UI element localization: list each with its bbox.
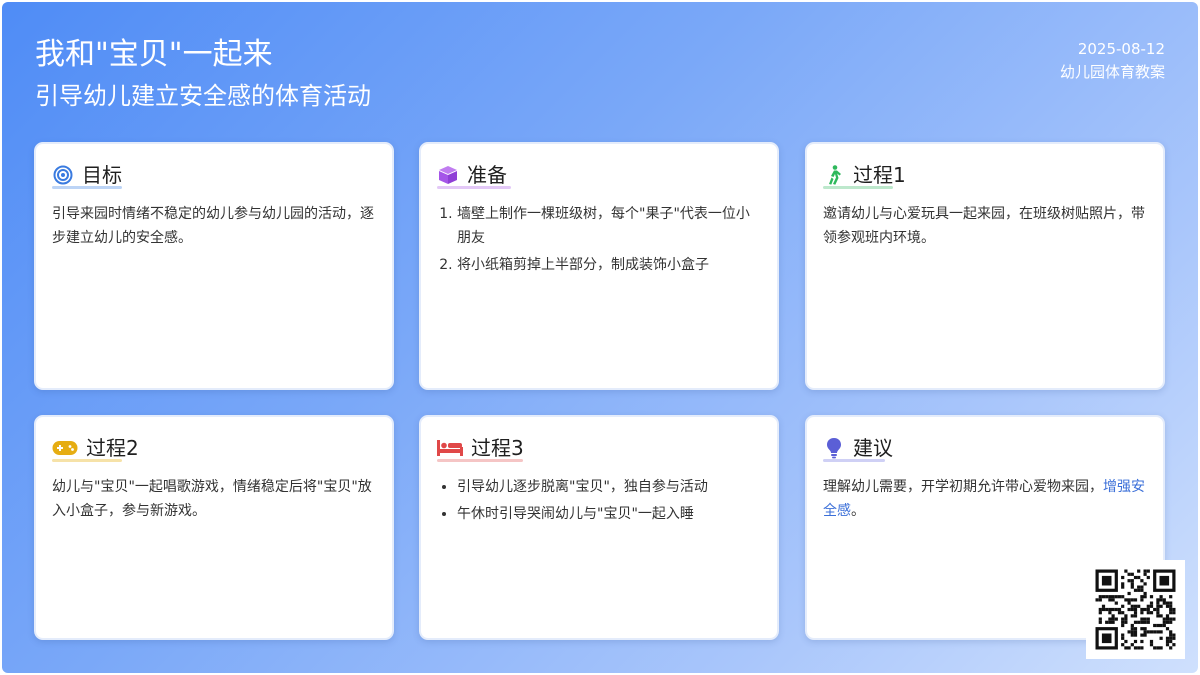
card-process-2: 过程2 幼儿与"宝贝"一起唱歌游戏，情绪稳定后将"宝贝"放入小盒子，参与新游戏。 <box>34 415 394 640</box>
card-text: 引导来园时情绪不稳定的幼儿参与幼儿园的活动，逐步建立幼儿的安全感。 <box>52 206 374 246</box>
box-icon <box>437 164 459 186</box>
card-title: 过程3 <box>471 436 524 460</box>
card-title: 准备 <box>467 163 507 187</box>
page-subtitle: 引导幼儿建立安全感的体育活动 <box>35 82 371 110</box>
title-underline <box>437 186 511 189</box>
card-title: 建议 <box>853 436 893 460</box>
card-text: 理解幼儿需要，开学初期允许带心爱物来园，增强安全感。 <box>823 475 1147 523</box>
card-title: 目标 <box>82 163 122 187</box>
qr-code <box>1086 560 1185 659</box>
suggestion-text: 理解幼儿需要，开学初期允许带心爱物来园， <box>823 479 1103 495</box>
card-list: 墙壁上制作一棵班级树，每个"果子"代表一位小朋友 将小纸箱剪掉上半部分，制成装饰… <box>437 202 761 280</box>
page-title: 我和"宝贝"一起来 <box>35 37 273 72</box>
gamepad-icon <box>52 437 78 459</box>
target-icon <box>52 164 74 186</box>
title-underline <box>437 459 523 462</box>
page-meta: 2025-08-12 幼儿园体育教案 <box>1060 38 1165 84</box>
card-title: 过程2 <box>86 436 139 460</box>
bed-icon <box>437 437 463 459</box>
card-text: 幼儿与"宝贝"一起唱歌游戏，情绪稳定后将"宝贝"放入小盒子，参与新游戏。 <box>52 479 372 519</box>
lightbulb-icon <box>823 437 845 459</box>
card-header: 过程3 <box>437 434 524 462</box>
date-label: 2025-08-12 <box>1077 40 1165 58</box>
card-list: 引导幼儿逐步脱离"宝贝"，独自参与活动 午休时引导哭闹幼儿与"宝贝"一起入睡 <box>437 475 761 529</box>
list-item: 墙壁上制作一棵班级树，每个"果子"代表一位小朋友 <box>457 202 761 250</box>
list-item: 引导幼儿逐步脱离"宝贝"，独自参与活动 <box>457 475 761 499</box>
category-label: 幼儿园体育教案 <box>1059 63 1165 81</box>
card-process-3: 过程3 引导幼儿逐步脱离"宝贝"，独自参与活动 午休时引导哭闹幼儿与"宝贝"一起… <box>419 415 779 640</box>
card-header: 准备 <box>437 161 507 189</box>
card-process-1: 过程1 邀请幼儿与心爱玩具一起来园，在班级树贴照片，带领参观班内环境。 <box>805 142 1165 390</box>
title-underline <box>52 459 122 462</box>
suggestion-end: 。 <box>851 503 865 519</box>
card-header: 建议 <box>823 434 893 462</box>
list-item: 午休时引导哭闹幼儿与"宝贝"一起入睡 <box>457 502 761 526</box>
title-underline <box>823 186 893 189</box>
card-goal: 目标 引导来园时情绪不稳定的幼儿参与幼儿园的活动，逐步建立幼儿的安全感。 <box>34 142 394 390</box>
card-title: 过程1 <box>853 163 906 187</box>
title-underline <box>823 459 885 462</box>
title-underline <box>52 186 122 189</box>
card-header: 过程2 <box>52 434 139 462</box>
card-header: 过程1 <box>823 161 906 189</box>
walking-icon <box>823 164 845 186</box>
card-text: 邀请幼儿与心爱玩具一起来园，在班级树贴照片，带领参观班内环境。 <box>823 206 1145 246</box>
list-item: 将小纸箱剪掉上半部分，制成装饰小盒子 <box>457 253 761 277</box>
card-preparation: 准备 墙壁上制作一棵班级树，每个"果子"代表一位小朋友 将小纸箱剪掉上半部分，制… <box>419 142 779 390</box>
card-header: 目标 <box>52 161 122 189</box>
